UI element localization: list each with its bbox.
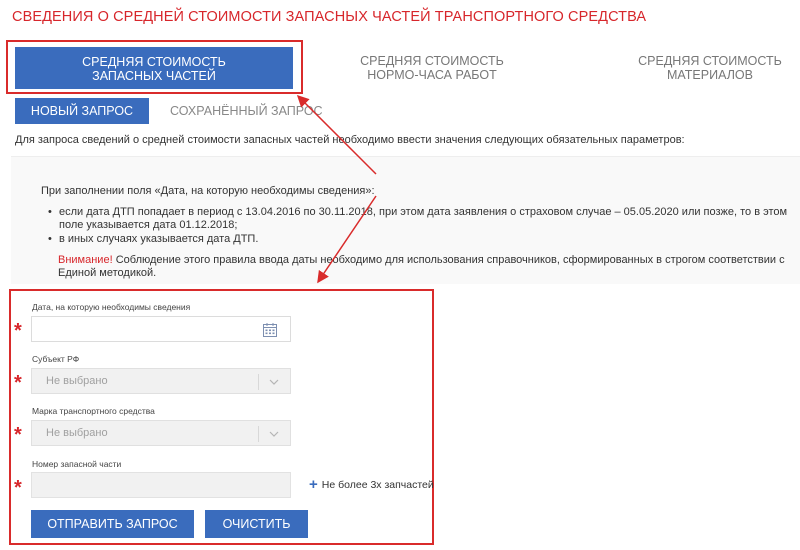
- tab-labor-hour-cost[interactable]: СРЕДНЯЯ СТОИМОСТЬ НОРМО-ЧАСА РАБОТ: [348, 54, 516, 82]
- warning-word: Внимание!: [58, 254, 113, 266]
- part-number-input[interactable]: [31, 472, 291, 498]
- date-input[interactable]: [31, 316, 291, 342]
- send-request-button[interactable]: ОТПРАВИТЬ ЗАПРОС: [31, 510, 194, 538]
- add-part-button[interactable]: + Не более 3х запчастей: [309, 477, 434, 492]
- tab-label-line2: МАТЕРИАЛОВ: [667, 68, 753, 82]
- part-number-label: Номер запасной части: [32, 459, 122, 469]
- clear-button[interactable]: ОЧИСТИТЬ: [205, 510, 308, 538]
- tab-label-line1: СРЕДНЯЯ СТОИМОСТЬ: [638, 54, 782, 68]
- info-warning: Внимание! Соблюдение этого правила ввода…: [58, 254, 800, 280]
- required-mark: *: [14, 372, 22, 394]
- select-divider: [258, 426, 259, 442]
- info-box: При заполнении поля «Дата, на которую не…: [11, 156, 800, 284]
- highlight-frame-tab: [6, 40, 303, 94]
- brand-select[interactable]: Не выбрано: [31, 420, 291, 446]
- info-bullet: в иных случаях указывается дата ДТП.: [48, 233, 788, 246]
- required-mark: *: [14, 424, 22, 446]
- plus-icon[interactable]: +: [309, 477, 318, 492]
- chevron-down-icon[interactable]: [268, 376, 280, 388]
- region-selected-value: Не выбрано: [46, 375, 108, 387]
- required-mark: *: [14, 320, 22, 342]
- tab-label-line1: СРЕДНЯЯ СТОИМОСТЬ: [360, 54, 504, 68]
- info-heading: При заполнении поля «Дата, на которую не…: [41, 185, 375, 197]
- required-mark: *: [14, 477, 22, 499]
- region-label: Субъект РФ: [32, 354, 80, 364]
- add-part-label: Не более 3х запчастей: [321, 479, 434, 491]
- subtab-new-request[interactable]: НОВЫЙ ЗАПРОС: [15, 98, 149, 124]
- calendar-icon[interactable]: [262, 322, 278, 338]
- page-title: СВЕДЕНИЯ О СРЕДНЕЙ СТОИМОСТИ ЗАПАСНЫХ ЧА…: [12, 9, 647, 25]
- tab-materials-cost[interactable]: СРЕДНЯЯ СТОИМОСТЬ МАТЕРИАЛОВ: [618, 54, 800, 82]
- subtab-saved-request[interactable]: СОХРАНЁННЫЙ ЗАПРОС: [170, 98, 323, 124]
- chevron-down-icon[interactable]: [268, 428, 280, 440]
- warning-text: Соблюдение этого правила ввода даты необ…: [58, 254, 785, 279]
- select-divider: [258, 374, 259, 390]
- brand-selected-value: Не выбрано: [46, 427, 108, 439]
- region-select[interactable]: Не выбрано: [31, 368, 291, 394]
- info-bullet: если дата ДТП попадает в период с 13.04.…: [48, 206, 788, 232]
- date-label: Дата, на которую необходимы сведения: [32, 302, 191, 312]
- tab-label-line2: НОРМО-ЧАСА РАБОТ: [367, 68, 497, 82]
- intro-text: Для запроса сведений о средней стоимости…: [15, 134, 685, 146]
- info-list: если дата ДТП попадает в период с 13.04.…: [48, 206, 788, 247]
- brand-label: Марка транспортного средства: [32, 406, 155, 416]
